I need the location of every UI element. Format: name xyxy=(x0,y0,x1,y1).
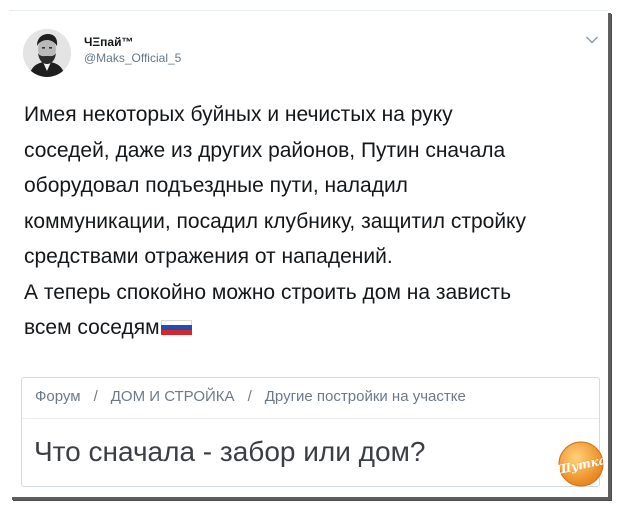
tweet-text-last-line: всем соседям xyxy=(24,310,599,346)
tweet-text-line: Имея некоторых буйных и нечистых на руку xyxy=(24,103,453,126)
card-title[interactable]: Что сначала - забор или дом? xyxy=(34,436,425,468)
author-block: ЧΞпай™ @Maks_Official_5 xyxy=(84,34,181,66)
card-divider xyxy=(22,418,599,419)
user-handle[interactable]: @Maks_Official_5 xyxy=(84,50,181,66)
link-preview-card[interactable]: Форум / ДОМ И СТРОЙКА / Другие постройки на … xyxy=(21,377,600,487)
avatar[interactable] xyxy=(23,29,71,77)
tweet-text-line: соседей, даже из других районов, Путин с… xyxy=(24,138,506,162)
avatar-portrait-icon xyxy=(23,29,71,77)
tweet-text: Имея некоторых буйных и нечистых на руку… xyxy=(24,97,599,346)
watermark-logo-icon: Шутка xyxy=(557,441,605,487)
breadcrumb-separator: / xyxy=(247,388,252,405)
breadcrumb-item-house[interactable]: ДОМ И СТРОЙКА xyxy=(111,388,235,405)
tweet-text-line: всем соседям xyxy=(24,316,160,339)
tweet-text-line: средствами отражения от нападений. xyxy=(24,245,393,268)
chevron-down-icon[interactable] xyxy=(585,35,599,45)
tweet-card: ЧΞпай™ @Maks_Official_5 Имея некоторых б… xyxy=(9,10,608,497)
breadcrumb-separator: / xyxy=(93,388,98,405)
russia-flag-icon xyxy=(160,320,192,335)
tweet-text-line: оборудовал подъездные пути, наладил xyxy=(24,174,408,197)
breadcrumb-item-other-buildings[interactable]: Другие постройки на участке xyxy=(265,388,466,405)
display-name[interactable]: ЧΞпай™ xyxy=(84,34,181,50)
breadcrumb: Форум / ДОМ И СТРОЙКА / Другие постройки на … xyxy=(35,388,466,405)
breadcrumb-item-forum[interactable]: Форум xyxy=(35,388,81,405)
tweet-text-line: А теперь спокойно можно строить дом на з… xyxy=(24,280,512,304)
tweet-text-line: коммуникации, посадил клубнику, защитил … xyxy=(24,209,526,233)
